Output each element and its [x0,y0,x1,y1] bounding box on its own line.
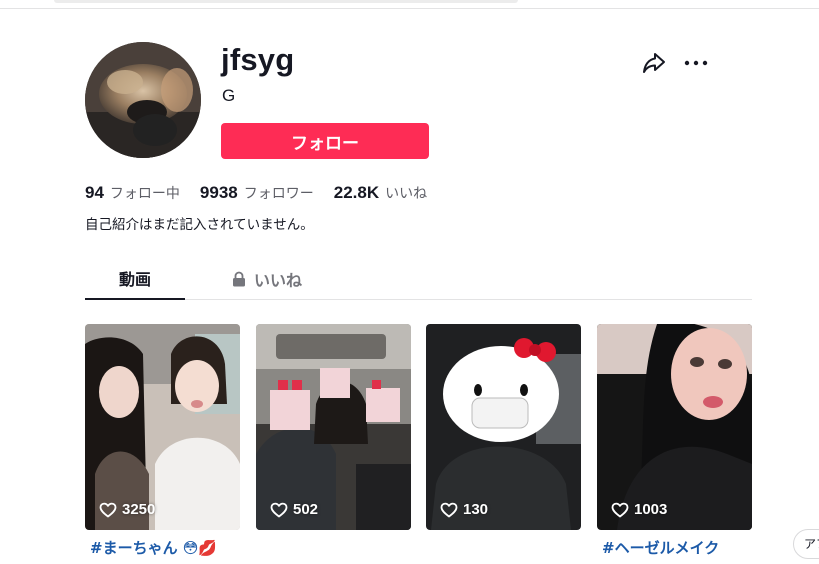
video-card[interactable]: 502 [256,324,411,530]
video-caption[interactable]: #まーちゃん 😳💋 [90,537,217,558]
video-thumbnail [256,324,411,530]
search-bar-edge[interactable] [54,0,518,3]
video-grid: 3250 502 130 1003 #まーちゃん 😳💋 #ヘーゼルメイク [85,324,752,564]
tab-liked[interactable]: いいね [217,258,317,299]
followers-count: 9938 [199,183,238,202]
following-count: 94 [85,183,104,202]
video-thumbnail [597,324,752,530]
lock-icon [232,271,245,286]
following-label: フォロー中 [109,186,180,202]
tab-videos[interactable]: 動画 [85,258,185,300]
play-count-value: 3250 [122,501,156,518]
play-count: 502 [270,501,318,518]
play-count: 130 [440,501,488,518]
followers-label: フォロワー [243,186,314,202]
bio-text: 自己紹介はまだ記入されていません。 [85,217,314,233]
share-arrow-icon [643,53,665,73]
followers-stat[interactable]: 9938 フォロワー [200,183,314,203]
video-card[interactable]: 1003 [597,324,752,530]
translate-chip[interactable]: アプ [793,529,819,559]
video-card[interactable]: 3250 [85,324,240,530]
play-count-value: 502 [293,501,319,518]
likes-label: いいね [385,186,428,202]
profile-stats: 94 フォロー中 9938 フォロワー 22.8K いいね [85,182,447,204]
likes-stat: 22.8K いいね [334,183,427,203]
tab-videos-label: 動画 [118,270,151,289]
more-dots-icon [684,60,708,66]
heart-outline-icon [440,502,458,517]
avatar-photo [85,42,201,158]
likes-count: 22.8K [333,183,380,202]
tab-liked-label: いいね [253,270,302,290]
more-options-button[interactable] [682,50,710,76]
heart-outline-icon [611,502,629,517]
play-count-value: 130 [463,501,489,518]
share-button[interactable] [641,50,667,76]
top-bar [0,0,819,9]
username: jfsyg [221,42,295,77]
follow-button[interactable]: フォロー [221,123,429,159]
following-stat[interactable]: 94 フォロー中 [85,183,180,203]
video-thumbnail [426,324,581,530]
video-caption[interactable]: #ヘーゼルメイク [602,537,719,558]
nickname: G [222,86,236,105]
play-count: 1003 [611,501,667,518]
avatar[interactable] [85,42,201,158]
heart-outline-icon [99,502,117,517]
play-count: 3250 [99,501,155,518]
video-card[interactable]: 130 [426,324,581,530]
video-thumbnail [85,324,240,530]
heart-outline-icon [270,502,288,517]
profile-tabs: 動画 いいね [85,258,752,300]
play-count-value: 1003 [634,501,668,518]
